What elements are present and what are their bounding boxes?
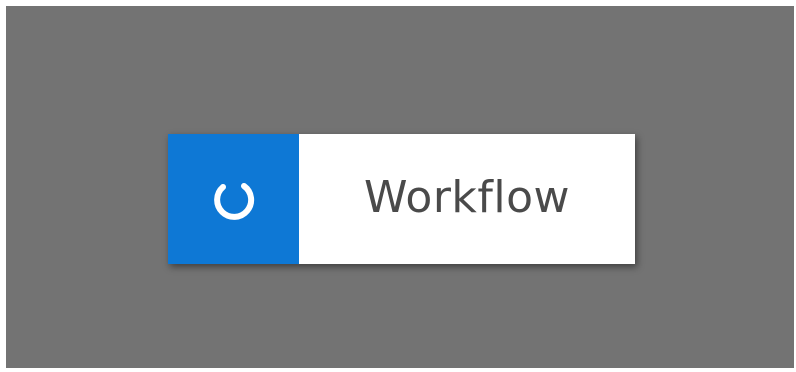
loading-spinner-icon <box>213 183 254 220</box>
backdrop: Workflow <box>6 6 794 368</box>
tile-label: Workflow <box>363 171 571 223</box>
tile-label-area: Workflow <box>299 134 635 264</box>
workflow-tile[interactable]: Workflow <box>168 134 635 264</box>
tile-icon-area <box>168 134 299 264</box>
